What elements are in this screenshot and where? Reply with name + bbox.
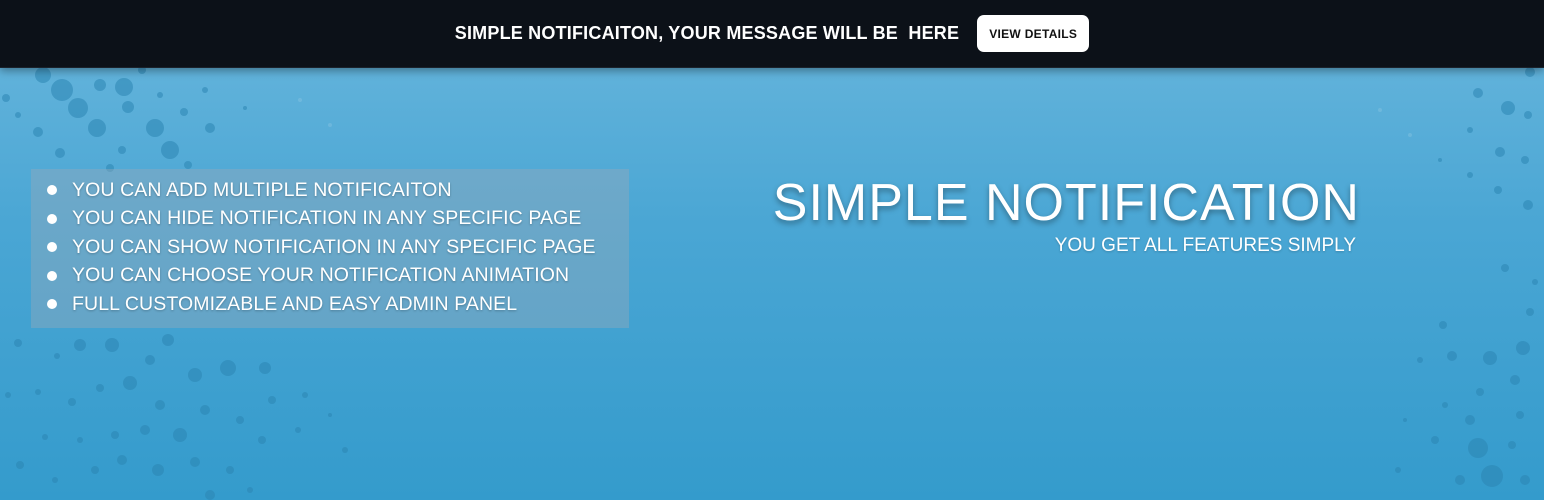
notification-bar: SIMPLE NOTIFICAITON, YOUR MESSAGE WILL B… — [0, 0, 1544, 68]
features-panel: YOU CAN ADD MULTIPLE NOTIFICAITON YOU CA… — [31, 169, 629, 328]
hero-subtitle: YOU GET ALL FEATURES SIMPLY — [1054, 235, 1356, 256]
banner: SIMPLE NOTIFICAITON, YOUR MESSAGE WILL B… — [0, 0, 1544, 500]
feature-label: YOU CAN CHOOSE YOUR NOTIFICATION ANIMATI… — [72, 264, 570, 287]
bullet-icon — [47, 299, 57, 310]
features-list: YOU CAN ADD MULTIPLE NOTIFICAITON YOU CA… — [47, 176, 629, 319]
hero-title: SIMPLE NOTIFICATION — [772, 174, 1360, 232]
notification-message: SIMPLE NOTIFICAITON, YOUR MESSAGE WILL B… — [454, 23, 960, 43]
feature-item: FULL CUSTOMIZABLE AND EASY ADMIN PANEL — [47, 290, 629, 319]
hero-block: SIMPLE NOTIFICATION YOU GET ALL FEATURES… — [773, 172, 1360, 258]
bullet-icon — [47, 270, 57, 281]
feature-label: YOU CAN HIDE NOTIFICATION IN ANY SPECIFI… — [72, 207, 582, 230]
feature-label: YOU CAN SHOW NOTIFICATION IN ANY SPECIFI… — [72, 235, 596, 258]
feature-item: YOU CAN SHOW NOTIFICATION IN ANY SPECIFI… — [47, 233, 629, 262]
bullet-icon — [47, 242, 57, 253]
feature-item: YOU CAN HIDE NOTIFICATION IN ANY SPECIFI… — [47, 205, 629, 234]
bullet-icon — [47, 213, 57, 224]
feature-item: YOU CAN ADD MULTIPLE NOTIFICAITON — [47, 176, 629, 205]
bullet-icon — [47, 185, 57, 196]
feature-label: FULL CUSTOMIZABLE AND EASY ADMIN PANEL — [72, 292, 518, 315]
view-details-button[interactable]: VIEW DETAILS — [977, 15, 1090, 52]
feature-item: YOU CAN CHOOSE YOUR NOTIFICATION ANIMATI… — [47, 262, 629, 291]
feature-label: YOU CAN ADD MULTIPLE NOTIFICAITON — [72, 178, 452, 201]
